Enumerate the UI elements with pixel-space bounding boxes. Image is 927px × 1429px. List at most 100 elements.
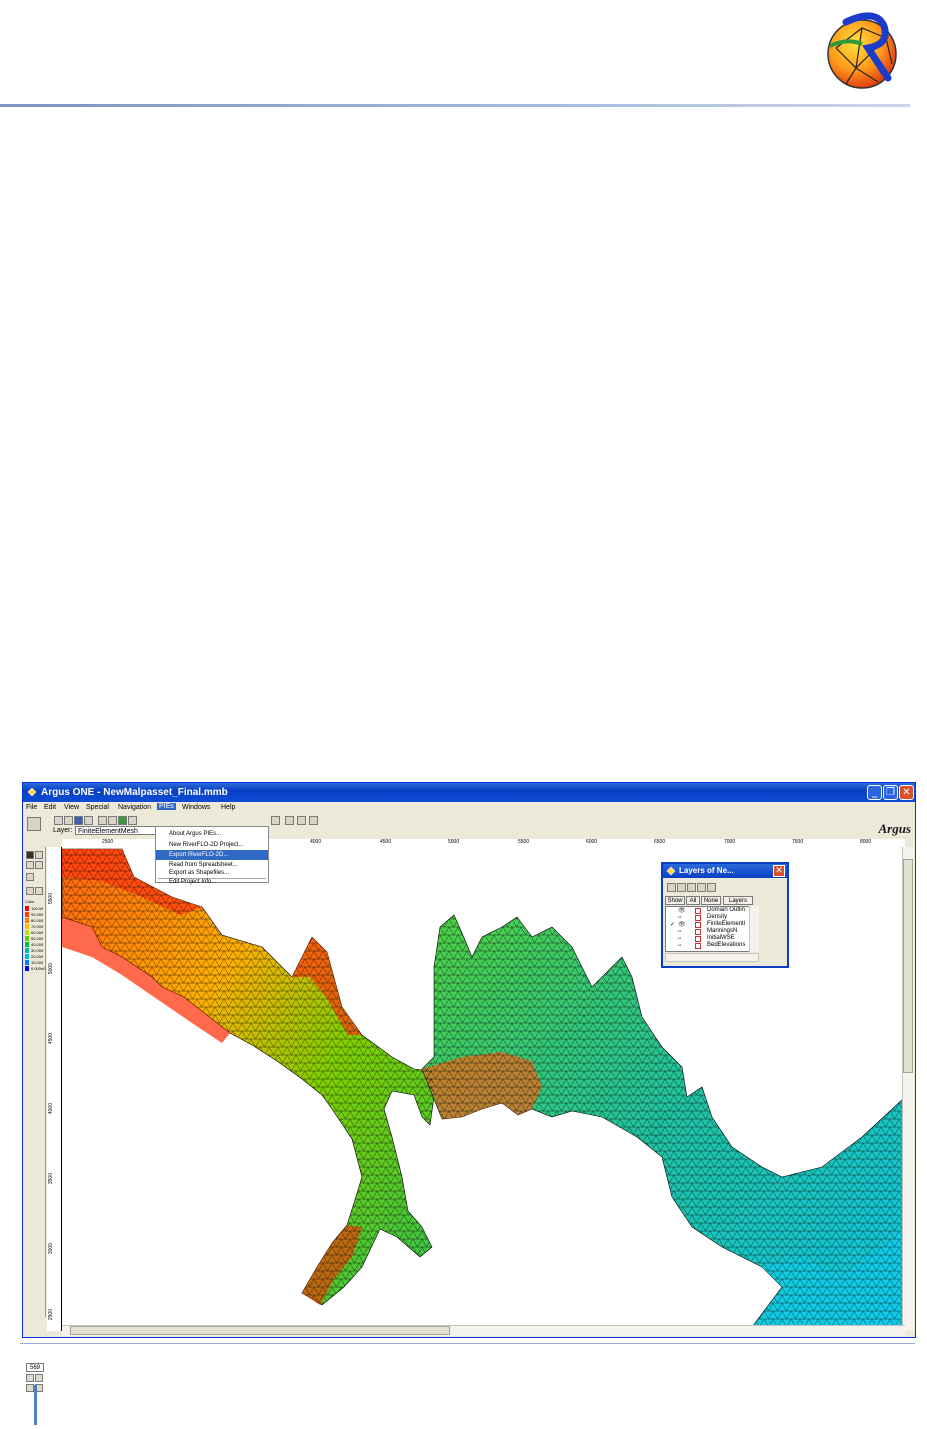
ruler-tick: 7000 — [724, 839, 736, 845]
vertical-scroll-thumb[interactable] — [903, 859, 913, 1073]
layers-button[interactable]: Layers — [723, 896, 753, 905]
horizontal-scroll-thumb[interactable] — [70, 1326, 450, 1335]
menu-item-new-project[interactable]: New RiverFLO-2D Project... — [156, 840, 268, 850]
menu-edit[interactable]: Edit — [44, 804, 56, 811]
zoom-in-icon[interactable] — [26, 1374, 34, 1382]
tool-panel: Color 100.00 90.000 80.000 70.000 60.000 50.0… — [23, 847, 46, 1392]
layer-tool-icon-e[interactable] — [707, 883, 716, 892]
layer-select[interactable]: FiniteElementMesh — [75, 826, 157, 835]
pointer-tool-icon[interactable] — [35, 851, 43, 859]
legend-value: 0.000e0 — [31, 966, 46, 971]
ruler-tick: 3000 — [48, 1243, 54, 1255]
print-icon[interactable] — [84, 816, 93, 825]
menu-help[interactable]: Help — [221, 804, 235, 811]
ruler-tick: 4000 — [48, 1103, 54, 1115]
layer-name: ManningsN — [707, 928, 738, 934]
layer-tool-icon-d[interactable] — [697, 883, 706, 892]
layer-tool-icon-c[interactable] — [687, 883, 696, 892]
ruler-tick: 5500 — [518, 839, 530, 845]
layer-tool-icon-b[interactable] — [677, 883, 686, 892]
menu-item-about-pies[interactable]: About Argus PIEs... — [156, 829, 268, 839]
select-tool-icon[interactable] — [27, 817, 41, 831]
ruler-tick: 6000 — [586, 839, 598, 845]
menu-file[interactable]: File — [26, 804, 37, 811]
pencil-tool-icon[interactable] — [26, 861, 34, 869]
layer-check[interactable]: ✓ — [670, 921, 675, 928]
menu-item-export-riverflo[interactable]: Export RiverFLO-2D... — [156, 850, 268, 860]
tool-icon-d[interactable] — [271, 816, 280, 825]
layers-palette: Layers of Ne... ✕ Show All None Layers 👁… — [661, 862, 789, 968]
ruler-tick: 5000 — [448, 839, 460, 845]
minimize-button[interactable]: _ — [867, 785, 882, 800]
eye-icon[interactable]: 👁 — [678, 921, 686, 928]
layers-title-bar[interactable]: Layers of Ne... ✕ — [663, 864, 787, 878]
menu-item-edit-project-info[interactable]: Edit Project Info... — [156, 874, 268, 885]
ruler-tick: 6500 — [654, 839, 666, 845]
layer-name: InitialWSE — [707, 935, 735, 941]
horizontal-scrollbar[interactable] — [62, 1325, 905, 1336]
eye-icon[interactable]: 👁 — [678, 907, 686, 914]
layer-list-scrollbar[interactable] — [749, 906, 759, 952]
tool-icon-a[interactable] — [108, 816, 117, 825]
tool-icon-g[interactable] — [309, 816, 318, 825]
ruler-tick: 4500 — [48, 1033, 54, 1045]
riverflo-logo-icon — [827, 12, 897, 89]
ruler-tool-icon[interactable] — [26, 887, 34, 895]
eye-closed-icon[interactable]: ᴗ — [678, 914, 681, 920]
ruler-tick: 2500 — [48, 1309, 54, 1321]
tool-icon-f[interactable] — [297, 816, 306, 825]
layer-tool-icon-a[interactable] — [667, 883, 676, 892]
show-button[interactable]: Show — [665, 896, 685, 905]
layer-name: Density — [707, 914, 728, 920]
menu-special[interactable]: Special — [86, 804, 109, 811]
eye-closed-icon[interactable]: ᴗ — [678, 942, 681, 948]
layers-close-button[interactable]: ✕ — [773, 865, 785, 877]
zoom-fit-icon[interactable] — [35, 1374, 43, 1382]
zoom-value[interactable]: 569 — [26, 1363, 44, 1372]
open-file-icon[interactable] — [64, 816, 73, 825]
layer-list-hscrollbar[interactable] — [665, 953, 759, 962]
eye-closed-icon[interactable]: ᴗ — [678, 935, 681, 941]
pies-menu: About Argus PIEs... New RiverFLO-2D Proj… — [155, 826, 269, 885]
title-bar[interactable]: Argus ONE - NewMalpasset_Final.mmb _ ❐ ✕ — [23, 783, 915, 802]
close-button[interactable]: ✕ — [899, 785, 914, 800]
menu-view[interactable]: View — [64, 804, 79, 811]
menu-navigation[interactable]: Navigation — [118, 804, 151, 811]
menu-bar: File Edit View Special Navigation PIEs W… — [23, 802, 915, 814]
legend-entry: 0.000e0 — [25, 965, 46, 972]
vertical-scrollbar[interactable] — [902, 847, 914, 1331]
all-button[interactable]: All — [686, 896, 700, 905]
tool-icon-b[interactable] — [118, 816, 127, 825]
ruler-tick: 4500 — [380, 839, 392, 845]
tool-icon-c[interactable] — [128, 816, 137, 825]
screenshot-bottom-rule — [20, 1343, 915, 1344]
node-tool-icon[interactable] — [35, 861, 43, 869]
window-title: Argus ONE - NewMalpasset_Final.mmb — [41, 787, 228, 798]
arrow-tool-icon[interactable] — [26, 851, 34, 859]
header-rule — [0, 104, 910, 107]
measure-tool-icon[interactable] — [35, 887, 43, 895]
tool-icon-e[interactable] — [285, 816, 294, 825]
new-file-icon[interactable] — [54, 816, 63, 825]
legend-header: Color — [25, 899, 35, 904]
zoom-tool-icon[interactable] — [26, 873, 34, 881]
layer-type-icon — [695, 943, 701, 949]
ruler-tick: 5000 — [48, 963, 54, 975]
maximize-button[interactable]: ❐ — [883, 785, 898, 800]
save-icon[interactable] — [74, 816, 83, 825]
layer-row[interactable]: ᴗ BedElevations — [669, 942, 758, 950]
zoom-out-icon[interactable] — [26, 1384, 34, 1392]
footer-accent-bar — [34, 1385, 37, 1425]
menu-pies[interactable]: PIEs — [157, 803, 176, 810]
binoculars-icon[interactable] — [98, 816, 107, 825]
layer-name: Domain Outlin — [707, 907, 746, 913]
ruler-tick: 5500 — [48, 893, 54, 905]
ruler-tick: 8000 — [860, 839, 872, 845]
ruler-tick: 4000 — [310, 839, 322, 845]
eye-closed-icon[interactable]: ᴗ — [678, 928, 681, 934]
ruler-tick: 7500 — [792, 839, 804, 845]
ruler-tick: 3500 — [48, 1173, 54, 1185]
legend-swatch — [25, 966, 29, 971]
menu-windows[interactable]: Windows — [182, 804, 210, 811]
none-button[interactable]: None — [701, 896, 721, 905]
